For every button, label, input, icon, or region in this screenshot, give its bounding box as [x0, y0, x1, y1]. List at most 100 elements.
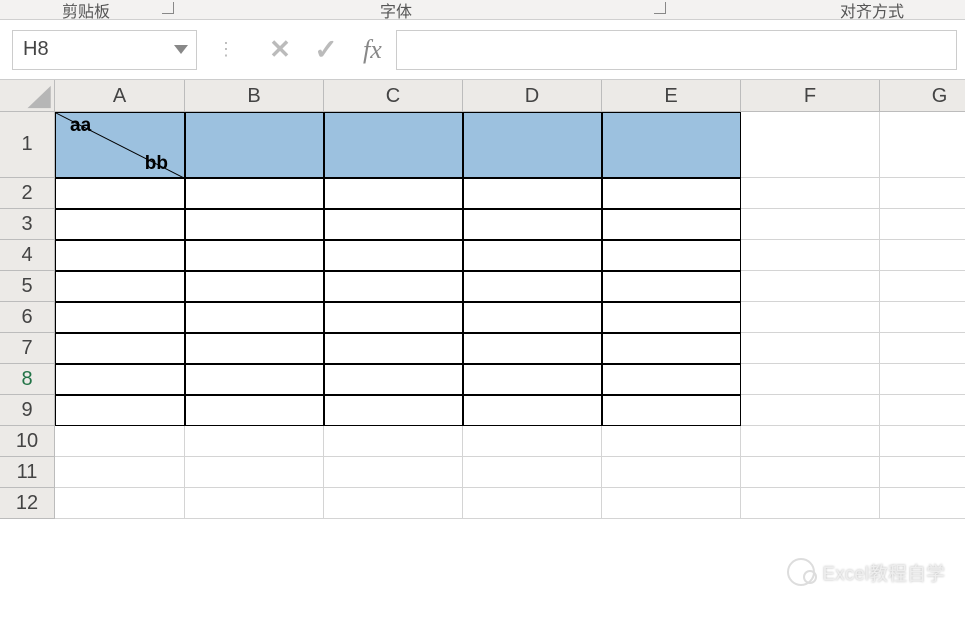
cell-A7[interactable]: [55, 333, 185, 364]
cell-A5[interactable]: [55, 271, 185, 302]
cell-B8[interactable]: [185, 364, 324, 395]
column-header-G[interactable]: G: [880, 80, 965, 112]
cell-D10[interactable]: [463, 426, 602, 457]
cell-B9[interactable]: [185, 395, 324, 426]
cell-D6[interactable]: [463, 302, 602, 333]
cell-F9[interactable]: [741, 395, 880, 426]
column-header-D[interactable]: D: [463, 80, 602, 112]
cell-B3[interactable]: [185, 209, 324, 240]
column-header-E[interactable]: E: [602, 80, 741, 112]
cell-G10[interactable]: [880, 426, 965, 457]
cell-E7[interactable]: [602, 333, 741, 364]
cell-A6[interactable]: [55, 302, 185, 333]
cell-C12[interactable]: [324, 488, 463, 519]
cell-B7[interactable]: [185, 333, 324, 364]
row-header-6[interactable]: 6: [0, 302, 55, 333]
cell-B6[interactable]: [185, 302, 324, 333]
cell-C9[interactable]: [324, 395, 463, 426]
cell-E11[interactable]: [602, 457, 741, 488]
select-all-corner[interactable]: [0, 80, 55, 112]
row-header-4[interactable]: 4: [0, 240, 55, 271]
cell-F6[interactable]: [741, 302, 880, 333]
cell-E6[interactable]: [602, 302, 741, 333]
cell-A11[interactable]: [55, 457, 185, 488]
column-header-F[interactable]: F: [741, 80, 880, 112]
cell-A8[interactable]: [55, 364, 185, 395]
cell-D1[interactable]: [463, 112, 602, 178]
cell-A10[interactable]: [55, 426, 185, 457]
cell-B5[interactable]: [185, 271, 324, 302]
cell-A12[interactable]: [55, 488, 185, 519]
fx-icon[interactable]: fx: [363, 35, 382, 65]
cell-A9[interactable]: [55, 395, 185, 426]
cell-E3[interactable]: [602, 209, 741, 240]
row-header-10[interactable]: 10: [0, 426, 55, 457]
cell-F8[interactable]: [741, 364, 880, 395]
cell-G2[interactable]: [880, 178, 965, 209]
cell-D12[interactable]: [463, 488, 602, 519]
cell-D5[interactable]: [463, 271, 602, 302]
cell-F12[interactable]: [741, 488, 880, 519]
cell-C11[interactable]: [324, 457, 463, 488]
cell-C8[interactable]: [324, 364, 463, 395]
cell-G5[interactable]: [880, 271, 965, 302]
cell-B10[interactable]: [185, 426, 324, 457]
cell-F5[interactable]: [741, 271, 880, 302]
cell-F2[interactable]: [741, 178, 880, 209]
chevron-down-icon[interactable]: [174, 45, 188, 54]
formula-input[interactable]: [396, 30, 957, 70]
cell-G4[interactable]: [880, 240, 965, 271]
row-header-7[interactable]: 7: [0, 333, 55, 364]
cell-A3[interactable]: [55, 209, 185, 240]
dialog-launcher-icon[interactable]: [654, 2, 666, 14]
cell-E12[interactable]: [602, 488, 741, 519]
cell-G1[interactable]: [880, 112, 965, 178]
cell-F7[interactable]: [741, 333, 880, 364]
cell-E8[interactable]: [602, 364, 741, 395]
row-header-1[interactable]: 1: [0, 112, 55, 178]
cell-F3[interactable]: [741, 209, 880, 240]
cell-B12[interactable]: [185, 488, 324, 519]
cell-C2[interactable]: [324, 178, 463, 209]
cell-B4[interactable]: [185, 240, 324, 271]
cell-G11[interactable]: [880, 457, 965, 488]
cell-C4[interactable]: [324, 240, 463, 271]
cell-D9[interactable]: [463, 395, 602, 426]
cell-F4[interactable]: [741, 240, 880, 271]
cell-F10[interactable]: [741, 426, 880, 457]
cell-C5[interactable]: [324, 271, 463, 302]
cell-D7[interactable]: [463, 333, 602, 364]
cell-C1[interactable]: [324, 112, 463, 178]
cell-C3[interactable]: [324, 209, 463, 240]
cell-B11[interactable]: [185, 457, 324, 488]
cell-C6[interactable]: [324, 302, 463, 333]
cancel-button[interactable]: ✕: [257, 34, 303, 65]
cell-G9[interactable]: [880, 395, 965, 426]
cell-D11[interactable]: [463, 457, 602, 488]
cell-E9[interactable]: [602, 395, 741, 426]
cell-D4[interactable]: [463, 240, 602, 271]
cells-area[interactable]: aabb: [55, 112, 185, 178]
cell-D2[interactable]: [463, 178, 602, 209]
column-header-B[interactable]: B: [185, 80, 324, 112]
cell-G12[interactable]: [880, 488, 965, 519]
cell-C10[interactable]: [324, 426, 463, 457]
column-header-A[interactable]: A: [55, 80, 185, 112]
cell-B2[interactable]: [185, 178, 324, 209]
row-header-9[interactable]: 9: [0, 395, 55, 426]
cell-F11[interactable]: [741, 457, 880, 488]
cell-E1[interactable]: [602, 112, 741, 178]
cell-D3[interactable]: [463, 209, 602, 240]
cell-B1[interactable]: [185, 112, 324, 178]
column-header-C[interactable]: C: [324, 80, 463, 112]
cell-G3[interactable]: [880, 209, 965, 240]
cell-D8[interactable]: [463, 364, 602, 395]
name-box[interactable]: H8: [12, 30, 197, 70]
cell-A1[interactable]: aabb: [55, 112, 185, 178]
cell-G6[interactable]: [880, 302, 965, 333]
row-header-2[interactable]: 2: [0, 178, 55, 209]
row-header-12[interactable]: 12: [0, 488, 55, 519]
cell-A2[interactable]: [55, 178, 185, 209]
row-header-11[interactable]: 11: [0, 457, 55, 488]
cell-E10[interactable]: [602, 426, 741, 457]
